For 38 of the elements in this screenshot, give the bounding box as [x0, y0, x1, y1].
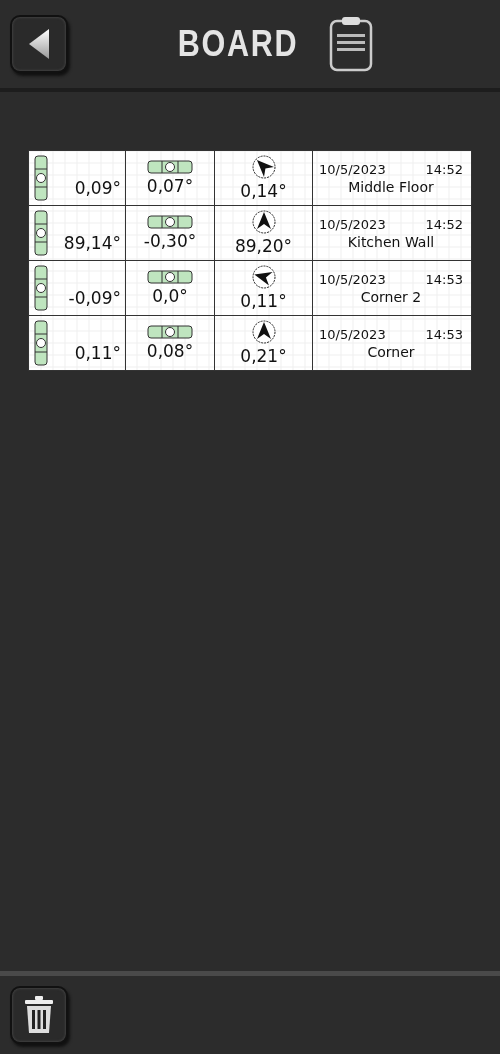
clipboard-icon [329, 16, 373, 72]
trash-icon [24, 995, 54, 1035]
horizontal-angle: 0,07° [146, 176, 194, 196]
measurement-name: Corner [366, 343, 416, 360]
back-button[interactable] [10, 15, 68, 73]
vertical-level-icon [34, 320, 48, 366]
compass-angle: 0,14° [240, 181, 287, 201]
horizontal-angle: 0,0° [152, 286, 188, 306]
measurement-date: 10/5/2023 [319, 161, 386, 177]
vertical-angle: 0,09° [74, 177, 121, 198]
measurement-date: 10/5/2023 [319, 271, 386, 287]
horizontal-angle: -0,30° [143, 231, 197, 251]
measurement-date: 10/5/2023 [319, 216, 386, 232]
compass-angle: 0,11° [240, 291, 287, 311]
vertical-level-icon [34, 210, 48, 256]
vertical-angle: 0,11° [74, 342, 121, 363]
horizontal-angle: 0,08° [146, 341, 194, 361]
vertical-level-icon [34, 155, 48, 201]
horizontal-level-icon [147, 325, 193, 339]
measurement-time: 14:52 [425, 161, 463, 177]
horizontal-level-icon [147, 160, 193, 174]
measurement-date: 10/5/2023 [319, 326, 386, 342]
measurement-time: 14:52 [425, 216, 463, 232]
horizontal-level-icon [147, 215, 193, 229]
measurement-time: 14:53 [425, 271, 463, 287]
vertical-level-icon [34, 265, 48, 311]
measurement-time: 14:53 [425, 326, 463, 342]
page-title: BOARD [177, 23, 299, 65]
measurement-name: Kitchen Wall [346, 233, 436, 250]
vertical-angle: -0,09° [68, 287, 121, 308]
measurement-name: Middle Floor [347, 178, 435, 195]
horizontal-level-icon [147, 270, 193, 284]
compass-angle: 0,21° [240, 346, 287, 366]
compass-angle: 89,20° [234, 236, 293, 256]
delete-button[interactable] [10, 986, 68, 1044]
measurement-name: Corner 2 [359, 288, 423, 305]
back-icon [27, 27, 51, 61]
vertical-angle: 89,14° [63, 232, 121, 253]
